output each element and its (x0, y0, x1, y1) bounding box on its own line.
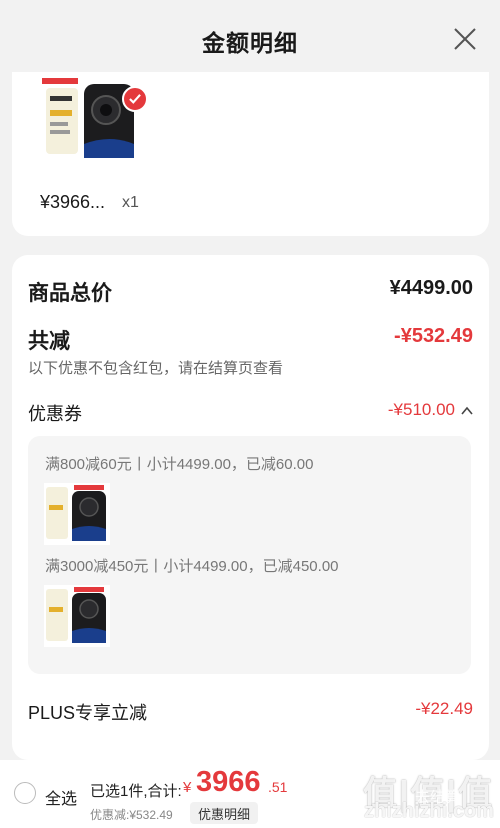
coupon-row[interactable]: 优惠券 -¥510.00 (28, 400, 473, 424)
item-quantity: x1 (122, 194, 139, 211)
select-all-label[interactable]: 全选 (45, 785, 77, 809)
product-thumbnail[interactable] (40, 74, 148, 170)
total-reduce-row: 共减 -¥532.49 (28, 325, 473, 353)
plus-discount-row: PLUS专享立减 -¥22.49 (28, 699, 473, 723)
discount-detail-button[interactable]: 优惠明细 (190, 802, 259, 824)
selected-count-text: 已选1件,合计: (90, 783, 182, 800)
select-all-radio[interactable] (14, 782, 36, 804)
coupon-line-1: 满800减60元丨小计4499.00，已减60.00 (45, 456, 314, 473)
discount-total-text: 优惠减:¥532.49 (90, 808, 173, 822)
coupon-product-thumb-2 (44, 585, 110, 647)
goods-total-value: ¥4499.00 (389, 277, 473, 299)
coupon-product-thumb-1 (44, 483, 110, 545)
coupon-label: 优惠券 (28, 404, 82, 424)
coupon-detail-box: 满800减60元丨小计4499.00，已减60.00 满3000减450元丨小计… (28, 436, 471, 674)
coupon-line-2: 满3000减450元丨小计4499.00，已减450.00 (45, 558, 339, 575)
product-card: ¥3966... x1 (12, 72, 489, 236)
amount-detail-sheet: 金额明细 ¥3966... x1 商品总价 ¥4499.00 共减 -¥532.… (0, 0, 500, 760)
discount-note-text: 以下优惠不包含红包，请在结算页查看 (28, 360, 284, 377)
price-summary-card: 商品总价 ¥4499.00 共减 -¥532.49 以下优惠不包含红包，请在结算… (12, 255, 489, 760)
goods-total-label: 商品总价 (28, 282, 112, 305)
coupon-value: -¥510.00 (387, 400, 455, 419)
total-reduce-label: 共减 (28, 330, 70, 353)
goods-total-row: 商品总价 ¥4499.00 (28, 277, 473, 305)
discount-note: 以下优惠不包含红包，请在结算页查看 (28, 357, 473, 378)
watermark-text: zhizhizhi.com (364, 800, 494, 822)
item-price: ¥3966... (40, 192, 106, 212)
total-cents: .51 (268, 779, 288, 795)
plus-label: PLUS专享立减 (28, 703, 148, 723)
total-currency: ¥ (183, 779, 192, 796)
checkout-bar: 全选 已选1件,合计: ¥ 3966 .51 优惠减:¥532.49 优惠明细 … (0, 760, 500, 828)
close-icon[interactable] (452, 26, 478, 52)
chevron-up-icon[interactable] (461, 406, 473, 416)
check-badge-icon (122, 86, 148, 112)
checkout-button[interactable]: 值|值|值 去结算 zhizhizhi.com (350, 760, 500, 828)
phone-image (40, 74, 140, 164)
total-reduce-value: -¥532.49 (394, 325, 473, 347)
page-title: 金额明细 (202, 30, 298, 56)
sheet-header: 金额明细 (0, 0, 500, 76)
plus-value: -¥22.49 (415, 699, 473, 718)
total-amount: 3966 (196, 766, 261, 798)
